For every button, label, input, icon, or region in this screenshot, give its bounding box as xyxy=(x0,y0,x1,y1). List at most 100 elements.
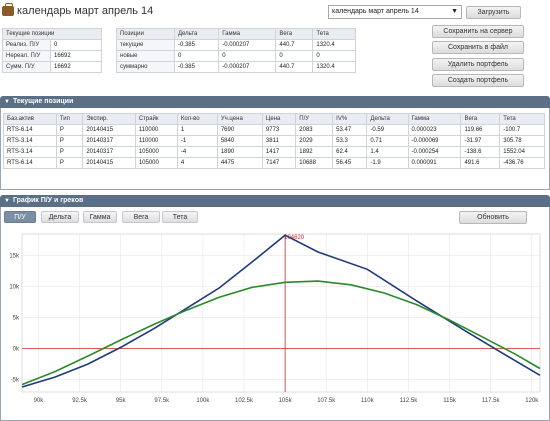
plot-area xyxy=(21,233,541,393)
summary-value: 16692 xyxy=(50,61,102,73)
summary-label: Нереал. П/У xyxy=(2,50,51,62)
positions-cell: 53.3 xyxy=(332,135,368,147)
tab-delta[interactable]: Дельта xyxy=(41,211,79,223)
y-tick-label: 10k xyxy=(9,285,20,291)
positions-cell: 305.78 xyxy=(499,135,545,147)
summary-value: 16692 xyxy=(50,50,102,62)
save-to-server-button[interactable]: Сохранить на сервер xyxy=(432,25,524,38)
positions-cell: -1 xyxy=(176,135,218,147)
portfolio-select[interactable]: календарь март апрель 14 ▼ xyxy=(328,5,462,19)
positions-cell: -4 xyxy=(176,146,218,158)
x-tick-label: 102.5k xyxy=(235,398,254,404)
table-row[interactable]: RTS-3.14 P 20140317 110000 -1 5840 3811 2029 53.… xyxy=(3,135,545,147)
save-to-file-button[interactable]: Сохранить в файл xyxy=(432,41,524,54)
x-tick-label: 107.5k xyxy=(317,398,336,404)
refresh-button[interactable]: Обновить xyxy=(459,211,527,224)
tab-vega[interactable]: Вега xyxy=(122,211,160,223)
x-tick-label: 105k xyxy=(279,398,293,404)
x-tick-label: 95k xyxy=(116,398,127,404)
greeks-cell: 0 xyxy=(218,50,277,62)
positions-cell: 53.47 xyxy=(332,124,368,136)
positions-cell: 1552.04 xyxy=(499,146,545,158)
tab-gamma[interactable]: Гамма xyxy=(83,211,117,223)
greeks-cell: 0 xyxy=(173,50,220,62)
greeks-cell: суммарно xyxy=(116,61,175,73)
positions-cell: 491.6 xyxy=(460,157,501,169)
greeks-cell: 0 xyxy=(275,50,314,62)
positions-cell: -436.76 xyxy=(499,157,545,169)
x-tick-label: 115k xyxy=(443,398,457,404)
positions-cell: -138.6 xyxy=(460,146,501,158)
tab-pl[interactable]: П/У xyxy=(4,211,36,223)
positions-cell: 9773 xyxy=(261,124,297,136)
portfolio-select-value: календарь март апрель 14 xyxy=(332,8,419,15)
y-tick-label: 5k xyxy=(13,316,20,322)
y-tick-label: 0k xyxy=(13,347,20,353)
collapse-triangle-icon: ▼ xyxy=(4,99,10,105)
positions-cell: 5840 xyxy=(216,135,263,147)
positions-cell: 2083 xyxy=(295,124,334,136)
positions-cell: 56.45 xyxy=(332,157,368,169)
y-tick-label: -5k xyxy=(11,378,20,384)
chart-panel-header[interactable]: ▼ График П/У и греков xyxy=(0,195,550,207)
positions-cell: -0.000254 xyxy=(407,146,462,158)
table-row[interactable]: RTS-6.14 P 20140415 110000 1 7690 9773 2083 53.4… xyxy=(3,124,545,136)
positions-header-cell: П/У xyxy=(295,113,334,125)
table-row[interactable]: RTS-3.14 P 20140317 105000 -4 1890 1417 1892 62.… xyxy=(3,146,545,158)
summary-table: Текущие позиции Реализ. П/У 0 Нереал. П/У… xyxy=(2,28,102,73)
y-tick-label: 15k xyxy=(9,254,20,260)
positions-cell: -31.97 xyxy=(460,135,501,147)
positions-cell: 62.4 xyxy=(332,146,368,158)
positions-cell: P xyxy=(55,146,84,158)
tab-theta[interactable]: Тета xyxy=(162,211,198,223)
positions-cell: 0.71 xyxy=(366,135,409,147)
positions-cell: RTS-6.14 xyxy=(3,124,57,136)
positions-header-cell: Цена xyxy=(261,113,297,125)
greeks-row: текущие -0.385 -0.000207 440.7 1320.4 xyxy=(116,39,356,51)
positions-table: Баз.актив Тип Экспир. Страйк Кол-во Уч.цена Це… xyxy=(3,113,545,169)
x-tick-label: 97.5k xyxy=(154,398,170,404)
positions-cell: -1.9 xyxy=(366,157,409,169)
positions-cell: 2029 xyxy=(295,135,334,147)
positions-header-cell: Уч.цена xyxy=(216,113,263,125)
summary-label: Реализ. П/У xyxy=(2,39,51,51)
positions-header-cell: Гамма xyxy=(407,113,462,125)
positions-cell: -100.7 xyxy=(499,124,545,136)
x-tick-label: 110k xyxy=(361,398,375,404)
delete-portfolio-button[interactable]: Удалить портфель xyxy=(432,58,524,71)
summary-title: Текущие позиции xyxy=(2,28,102,40)
positions-cell: RTS-3.14 xyxy=(3,146,57,158)
positions-cell: P xyxy=(55,124,84,136)
page-title: календарь март апрель 14 xyxy=(17,5,154,17)
positions-cell: 20140415 xyxy=(82,124,136,136)
positions-cell: 7690 xyxy=(216,124,263,136)
positions-cell: -0.59 xyxy=(366,124,409,136)
positions-cell: 0.000023 xyxy=(407,124,462,136)
positions-cell: 1.4 xyxy=(366,146,409,158)
positions-cell: 1 xyxy=(176,124,218,136)
positions-header-cell: Кол-во xyxy=(176,113,218,125)
positions-cell: P xyxy=(55,157,84,169)
x-tick-label: 117.5k xyxy=(482,398,501,404)
x-tick-label: 120k xyxy=(525,398,539,404)
positions-cell: 20140415 xyxy=(82,157,136,169)
x-tick-label: 92.5k xyxy=(72,398,88,404)
greeks-row: суммарно -0.385 -0.000207 440.7 1320.4 xyxy=(116,61,356,73)
greeks-cell: 0 xyxy=(312,50,356,62)
positions-cell: 3811 xyxy=(261,135,297,147)
summary-value: 0 xyxy=(50,39,102,51)
positions-cell: 20140317 xyxy=(82,135,136,147)
load-button[interactable]: Загрузить xyxy=(466,6,521,19)
table-row[interactable]: RTS-6.14 P 20140415 105000 4 4475 7147 10688 56.… xyxy=(3,157,545,169)
positions-header-cell: Вега xyxy=(460,113,501,125)
x-tick-label: 90k xyxy=(34,398,45,404)
greeks-header-cell: Дельта xyxy=(173,28,220,40)
greeks-cell: 1320.4 xyxy=(312,39,356,51)
create-portfolio-button[interactable]: Создать портфель xyxy=(432,74,524,87)
positions-panel-header[interactable]: ▼ Текущие позиции xyxy=(0,96,550,108)
greeks-header-cell: Позиции xyxy=(116,28,175,40)
positions-cell: 1892 xyxy=(295,146,334,158)
positions-cell: 1890 xyxy=(216,146,263,158)
positions-cell: 10688 xyxy=(295,157,334,169)
collapse-triangle-icon: ▼ xyxy=(4,198,10,204)
